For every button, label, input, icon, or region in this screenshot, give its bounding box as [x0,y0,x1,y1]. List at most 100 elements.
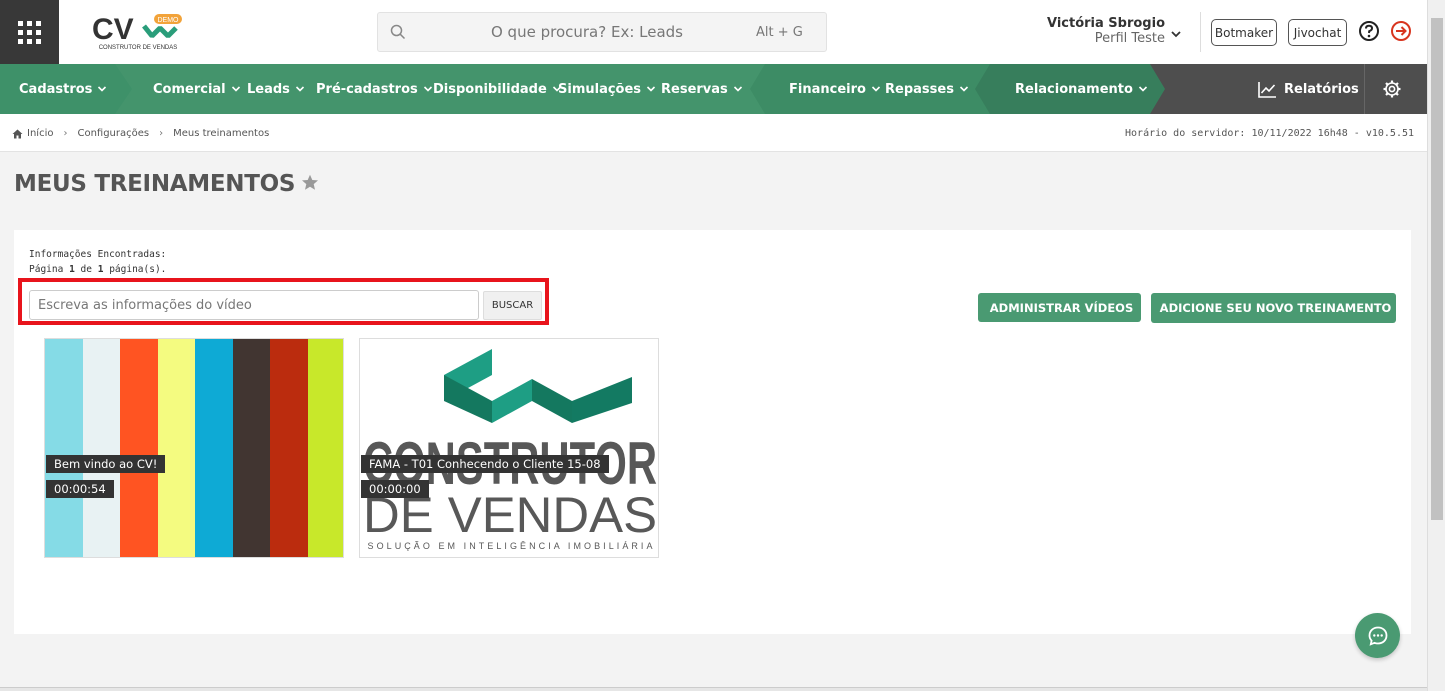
reports-label: Relatórios [1284,81,1359,97]
nav-item-repasses[interactable]: Repasses [885,64,969,114]
scrollbar-thumb[interactable] [1431,18,1443,520]
brand-logo[interactable]: CV DEMO CONSTRUTOR DE VENDAS [92,12,184,52]
chevron-down-icon [959,86,969,92]
chevron-down-icon [646,86,656,92]
chat-bubble-icon [1368,626,1387,646]
chevron-down-icon [423,86,432,92]
video-thumbnail [45,339,343,557]
jivochat-button[interactable]: Jivochat [1288,19,1347,46]
pagination-info: Página 1 de 1 página(s). [29,262,166,277]
scrollbar[interactable] [1427,0,1445,691]
star-icon[interactable] [301,174,319,195]
breadcrumb-bar: Início › Configurações › Meus treinament… [0,114,1427,152]
add-training-label: ADICIONE SEU NOVO TREINAMENTO [1159,301,1392,315]
thumbnail-bar [82,339,120,557]
chevron-right-icon: › [159,128,164,139]
thumbnail-tagline: SOLUÇÃO EM INTELIGÊNCIA IMOBILIÁRIA [368,541,653,551]
user-profile: Perfil Teste [1094,31,1165,46]
chevron-down-icon [871,86,881,92]
chevron-down-icon [295,86,304,92]
search-button[interactable]: BUSCAR [483,291,542,320]
video-card[interactable]: Bem vindo ao CV! 00:00:54 [44,338,344,558]
video-search-input[interactable]: Escreva as informações do vídeo [29,290,479,320]
nav-label: Relacionamento [1015,81,1133,97]
nav-item-pre-cadastros[interactable]: Pré-cadastros [316,64,433,114]
chevron-down-icon [98,86,107,92]
nav-label: Pré-cadastros [316,81,418,97]
nav-item-cadastros[interactable]: Cadastros [19,64,107,114]
results-info-title: Informações Encontradas: [29,249,167,260]
breadcrumb-home[interactable]: Início [27,128,53,139]
user-menu[interactable]: Victória Sbrogio Perfil Teste [1030,16,1165,46]
botmaker-button[interactable]: Botmaker [1211,19,1277,46]
search-icon [378,24,418,40]
nav-item-disponibilidade[interactable]: Disponibilidade [433,64,562,114]
nav-label: Financeiro [789,81,866,97]
apps-grid-icon [18,20,41,44]
search-shortcut: Alt + G [756,24,803,40]
nav-label: Comercial [153,81,226,97]
nav-item-relacionamento[interactable]: Relacionamento [1015,64,1148,114]
nav-item-comercial[interactable]: Comercial [153,64,241,114]
video-thumbnail: CONSTRUTOR DE VENDAS SOLUÇÃO EM INTELIGÊ… [363,349,657,551]
main-navigation: Cadastros Comercial Leads Pré-cadastros … [0,64,1427,114]
thumbnail-bar [307,339,343,557]
nav-item-leads[interactable]: Leads [247,64,305,114]
nav-item-financeiro[interactable]: Financeiro [789,64,881,114]
breadcrumb-configuracoes[interactable]: Configurações [77,128,149,139]
home-icon [12,129,23,138]
content-panel: Informações Encontradas: Página 1 de 1 p… [14,230,1411,634]
pagination-prefix: Página [29,264,64,275]
admin-videos-label: ADMINISTRAR VÍDEOS [989,300,1134,315]
chevron-right-icon: › [63,128,68,139]
nav-label: Simulações [558,81,642,97]
nav-label: Disponibilidade [433,81,547,97]
thumbnail-bar [45,339,83,557]
logout-icon[interactable] [1390,20,1412,42]
video-card[interactable]: CONSTRUTOR DE VENDAS SOLUÇÃO EM INTELIGÊ… [359,338,659,558]
nav-label: Reservas [661,81,728,97]
user-name: Victória Sbrogio [1046,16,1165,31]
pagination-current: 1 [69,264,75,275]
chevron-down-icon [231,86,240,92]
global-search-placeholder: O que procura? Ex: Leads [490,23,683,41]
bottom-edge [0,687,1427,691]
video-title: FAMA - T01 Conhecendo o Cliente 15-08 [361,455,609,473]
results-info: Informações Encontradas: Página 1 de 1 p… [29,247,166,277]
gear-icon[interactable] [1382,79,1402,103]
pagination-mid: de [80,264,92,275]
admin-videos-button[interactable]: ADMINISTRAR VÍDEOS [978,293,1141,322]
thumbnail-bar [157,339,195,557]
nav-item-reservas[interactable]: Reservas [661,64,743,114]
pagination-suffix: página(s). [109,264,167,275]
thumbnail-bar [270,339,308,557]
nav-label: Leads [247,81,290,97]
divider [1200,12,1201,52]
divider [1364,64,1365,114]
thumbnail-bar [195,339,233,557]
chat-button[interactable] [1355,613,1400,658]
nav-label: Repasses [885,81,954,97]
nav-label: Cadastros [19,81,93,97]
server-time: Horário do servidor: 10/11/2022 16h48 - … [1125,128,1414,139]
breadcrumb: Início › Configurações › Meus treinament… [12,128,269,139]
chevron-down-icon [733,86,742,92]
logo-text: CV [92,13,134,46]
video-duration: 00:00:54 [46,480,114,498]
page-title: MEUS TREINAMENTOS [14,171,296,197]
reports-link[interactable]: Relatórios [1258,64,1359,114]
logo-badge: DEMO [158,17,180,24]
video-title: Bem vindo ao CV! [46,455,166,473]
apps-grid-button[interactable] [0,0,59,64]
global-search[interactable]: O que procura? Ex: Leads Alt + G [377,12,827,52]
add-training-button[interactable]: ADICIONE SEU NOVO TREINAMENTO [1151,293,1396,323]
thumbnail-bar [232,339,270,557]
breadcrumb-current: Meus treinamentos [173,128,270,139]
pagination-total: 1 [97,264,104,275]
chevron-down-icon[interactable] [1170,25,1182,44]
video-duration: 00:00:00 [361,480,429,498]
logo-subtitle: CONSTRUTOR DE VENDAS [99,45,178,51]
help-icon[interactable] [1358,20,1380,42]
nav-item-simulacoes[interactable]: Simulações [558,64,656,114]
top-header: CV DEMO CONSTRUTOR DE VENDAS O que procu… [0,0,1427,64]
